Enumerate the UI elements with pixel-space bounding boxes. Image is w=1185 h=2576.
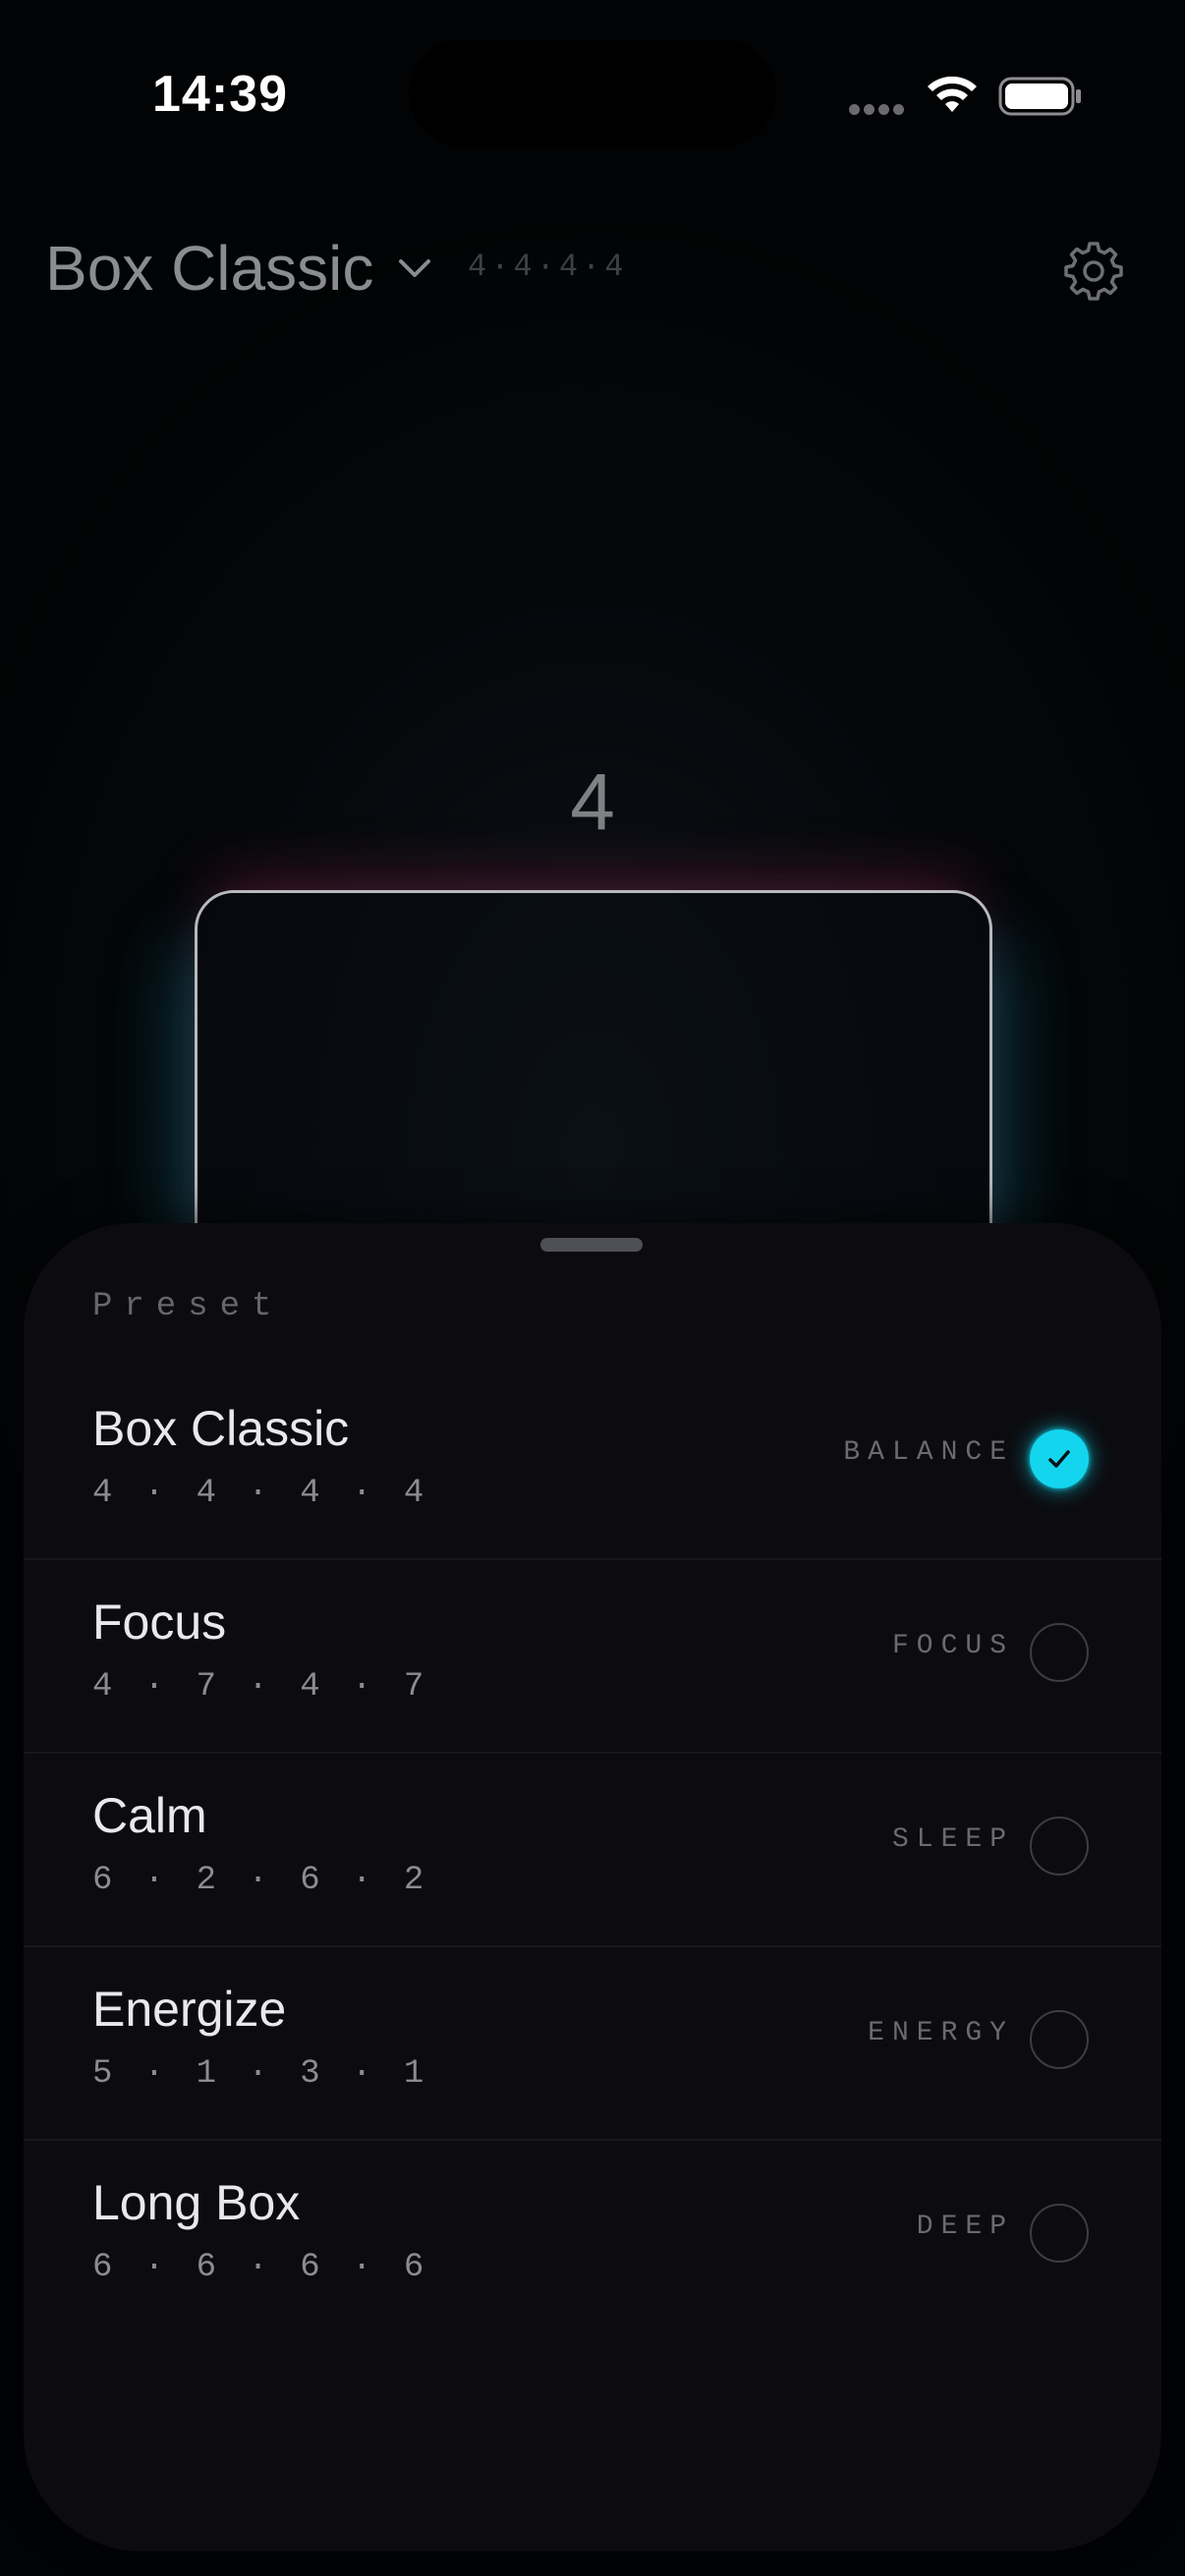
status-time: 14:39 — [152, 66, 288, 123]
preset-name: Calm — [92, 1788, 207, 1843]
gear-icon[interactable] — [1063, 240, 1124, 301]
preset-name: Long Box — [92, 2175, 301, 2230]
preset-pattern: 5 · 1 · 3 · 1 — [92, 2055, 430, 2093]
preset-row-long-box[interactable]: Long Box 6 · 6 · 6 · 6 DEEP — [24, 2141, 1161, 2332]
preset-name: Box Classic — [92, 1401, 350, 1456]
preset-radio[interactable] — [1030, 2204, 1089, 2263]
preset-name: Focus — [92, 1595, 227, 1650]
preset-radio[interactable] — [1030, 2010, 1089, 2069]
preset-tag: SLEEP — [891, 1824, 1014, 1855]
preset-pattern: 6 · 6 · 6 · 6 — [92, 2249, 430, 2286]
breath-count: 4 — [570, 757, 615, 847]
preset-tag: ENERGY — [868, 2018, 1014, 2048]
preset-tag: BALANCE — [843, 1437, 1014, 1468]
battery-icon — [998, 77, 1081, 116]
chevron-down-icon[interactable] — [395, 253, 434, 283]
preset-radio-selected[interactable] — [1030, 1429, 1089, 1488]
current-preset-title[interactable]: Box Classic — [45, 232, 373, 305]
preset-pattern: 6 · 2 · 6 · 2 — [92, 1862, 430, 1899]
preset-pattern: 4 · 7 · 4 · 7 — [92, 1668, 430, 1706]
sheet-label: Preset — [92, 1288, 284, 1325]
checkmark-icon — [1048, 1450, 1070, 1468]
preset-name: Energize — [92, 1982, 287, 2037]
preset-list: Box Classic 4 · 4 · 4 · 4 BALANCE Focus … — [24, 1367, 1161, 2332]
preset-pattern: 4 · 4 · 4 · 4 — [92, 1475, 430, 1512]
preset-row-box-classic[interactable]: Box Classic 4 · 4 · 4 · 4 BALANCE — [24, 1367, 1161, 1560]
current-preset-pattern: 4·4·4·4 — [468, 249, 628, 285]
dynamic-island — [409, 39, 776, 147]
preset-tag: FOCUS — [891, 1631, 1014, 1661]
preset-radio[interactable] — [1030, 1623, 1089, 1682]
preset-tag: DEEP — [916, 2212, 1014, 2242]
sheet-grabber[interactable] — [540, 1238, 643, 1252]
preset-sheet: Preset Box Classic 4 · 4 · 4 · 4 BALANCE… — [24, 1223, 1161, 2551]
wifi-icon — [928, 76, 977, 112]
preset-row-focus[interactable]: Focus 4 · 7 · 4 · 7 FOCUS — [24, 1560, 1161, 1754]
cellular-signal-icon — [849, 102, 908, 116]
preset-row-calm[interactable]: Calm 6 · 2 · 6 · 2 SLEEP — [24, 1754, 1161, 1947]
preset-radio[interactable] — [1030, 1817, 1089, 1876]
app-screen: 14:39 Box Classic 4·4·4·4 4 Preset Box C… — [0, 0, 1185, 2576]
preset-row-energize[interactable]: Energize 5 · 1 · 3 · 1 ENERGY — [24, 1947, 1161, 2141]
